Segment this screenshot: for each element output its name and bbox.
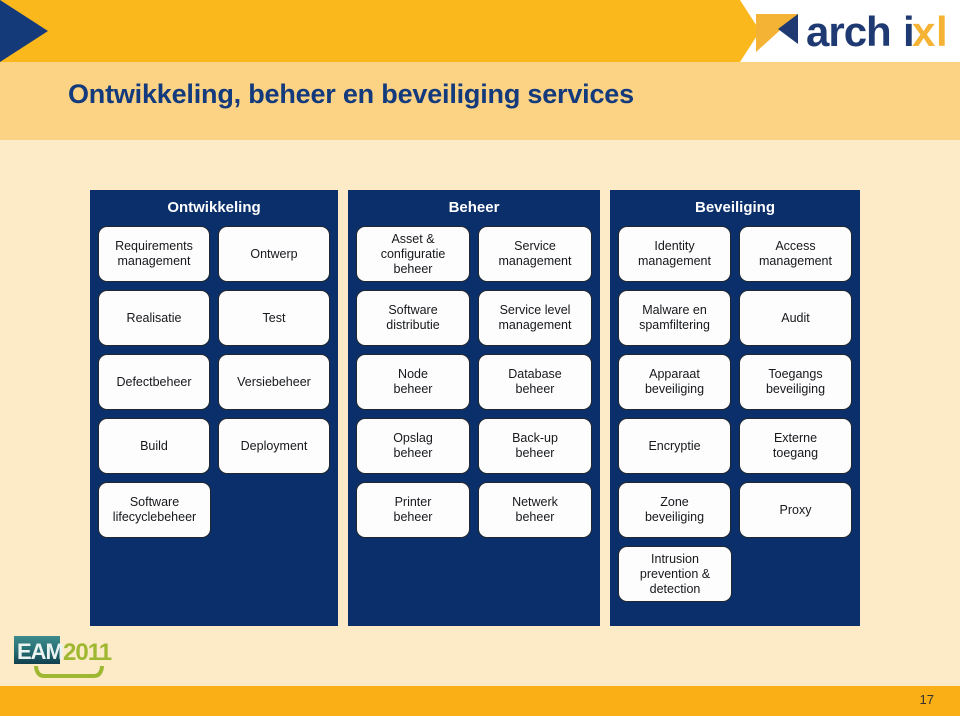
service-card-empty	[219, 482, 330, 538]
service-row: Apparaat beveiliging Toegangs beveiliging	[618, 354, 852, 410]
service-card[interactable]: Ontwerp	[218, 226, 330, 282]
service-row: Realisatie Test	[98, 290, 330, 346]
service-column-beveiliging: Beveiliging Identity management Access manag…	[610, 190, 860, 626]
top-banner: arch i x l	[0, 0, 960, 62]
service-card[interactable]: Requirements management	[98, 226, 210, 282]
service-card[interactable]: Software lifecyclebeheer	[98, 482, 211, 538]
archixl-logo: arch i x l	[756, 8, 948, 55]
svg-text:arch: arch	[806, 8, 891, 55]
service-card[interactable]: Versiebeheer	[218, 354, 330, 410]
service-card-empty	[740, 546, 852, 602]
service-card[interactable]: Encryptie	[618, 418, 731, 474]
service-card[interactable]: Back-up beheer	[478, 418, 592, 474]
service-row: Encryptie Externe toegang	[618, 418, 852, 474]
service-row: Identity management Access management	[618, 226, 852, 282]
service-card[interactable]: Defectbeheer	[98, 354, 210, 410]
eam-2011-logo: EAM 2011	[14, 636, 113, 678]
service-column-ontwikkeling: Ontwikkeling Requirements management Ontwer…	[90, 190, 338, 626]
service-row: Requirements management Ontwerp	[98, 226, 330, 282]
svg-text:EAM: EAM	[17, 639, 63, 664]
column-header: Beveiliging	[694, 199, 776, 216]
service-card[interactable]: Proxy	[739, 482, 852, 538]
service-card[interactable]: Intrusion prevention & detection	[618, 546, 732, 602]
service-card[interactable]: Deployment	[218, 418, 330, 474]
svg-text:2011: 2011	[63, 639, 112, 666]
service-card[interactable]: Asset & configuratie beheer	[356, 226, 470, 282]
service-card[interactable]: Test	[218, 290, 330, 346]
service-row: Opslag beheer Back-up beheer	[356, 418, 592, 474]
service-card[interactable]: Software distributie	[356, 290, 470, 346]
service-card[interactable]: Build	[98, 418, 210, 474]
service-row: Printer beheer Netwerk beheer	[356, 482, 592, 538]
svg-text:x: x	[912, 8, 936, 55]
service-row: Asset & configuratie beheer Service manageme…	[356, 226, 592, 282]
page-number: 17	[919, 692, 934, 707]
service-card[interactable]: Identity management	[618, 226, 731, 282]
service-card[interactable]: Apparaat beveiliging	[618, 354, 731, 410]
service-card[interactable]: Printer beheer	[356, 482, 470, 538]
archixl-triangle-mark	[756, 14, 798, 52]
service-row: Build Deployment	[98, 418, 330, 474]
service-row: Defectbeheer Versiebeheer	[98, 354, 330, 410]
service-card[interactable]: Service level management	[478, 290, 592, 346]
column-header: Ontwikkeling	[167, 199, 261, 216]
service-card[interactable]: Zone beveiliging	[618, 482, 731, 538]
service-row: Software lifecyclebeheer	[98, 482, 330, 538]
service-card[interactable]: Externe toegang	[739, 418, 852, 474]
page-title: Ontwikkeling, beheer en beveiliging serv…	[68, 79, 634, 109]
service-card[interactable]: Database beheer	[478, 354, 592, 410]
service-card[interactable]: Realisatie	[98, 290, 210, 346]
service-card[interactable]: Service management	[478, 226, 592, 282]
service-row: Node beheer Database beheer	[356, 354, 592, 410]
services-board: Ontwikkeling Requirements management Ontwer…	[90, 190, 870, 626]
service-card[interactable]: Malware en spamfiltering	[618, 290, 731, 346]
service-card[interactable]: Opslag beheer	[356, 418, 470, 474]
service-row: Intrusion prevention & detection	[618, 546, 852, 602]
service-card[interactable]: Audit	[739, 290, 852, 346]
footer-bar	[0, 686, 960, 716]
service-row: Zone beveiliging Proxy	[618, 482, 852, 538]
service-row: Software distributie Service level manageme…	[356, 290, 592, 346]
svg-text:l: l	[936, 8, 947, 55]
service-card[interactable]: Netwerk beheer	[478, 482, 592, 538]
column-header: Beheer	[448, 199, 500, 216]
service-card[interactable]: Node beheer	[356, 354, 470, 410]
service-column-beheer: Beheer Asset & configuratie beheer Service ma…	[348, 190, 600, 626]
service-card[interactable]: Toegangs beveiliging	[739, 354, 852, 410]
service-card[interactable]: Access management	[739, 226, 852, 282]
service-row: Malware en spamfiltering Audit	[618, 290, 852, 346]
banner-arrow-shape	[0, 0, 760, 62]
